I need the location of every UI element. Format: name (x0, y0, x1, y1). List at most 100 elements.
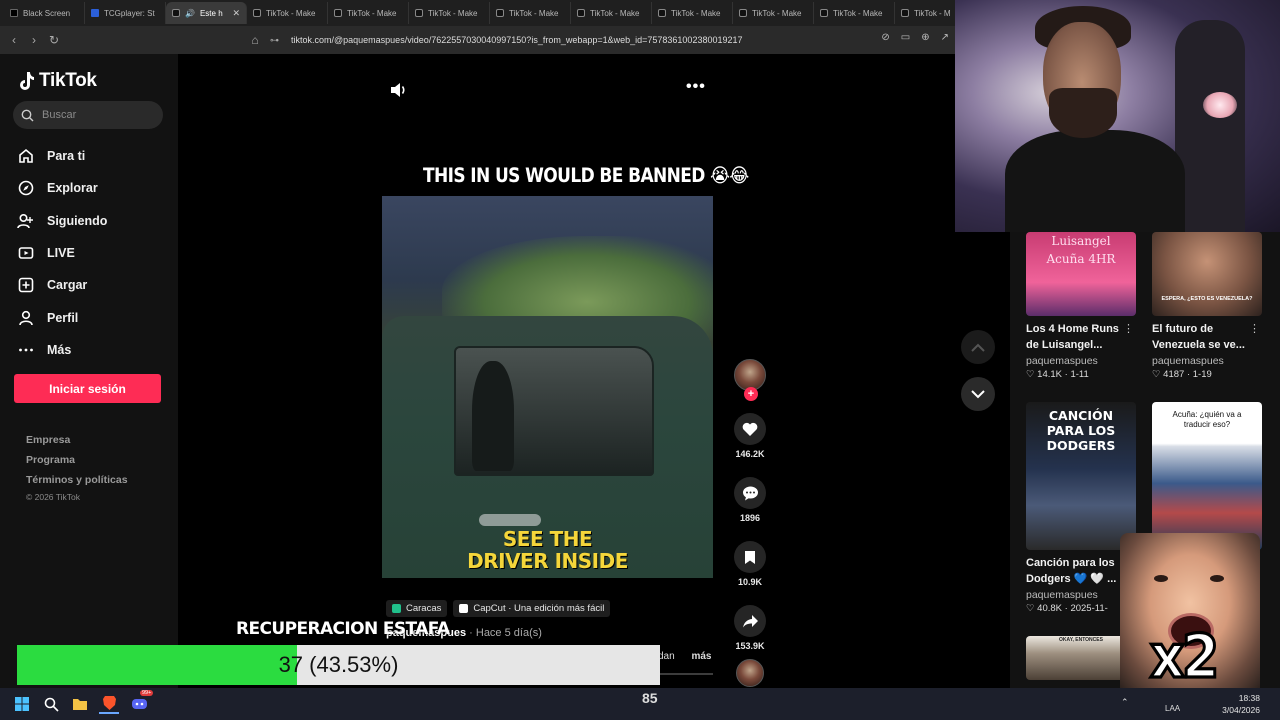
card-menu-icon[interactable]: ⋮ (1123, 322, 1134, 335)
sidebar-item-para-ti[interactable]: Para ti (17, 140, 107, 172)
share-arrow-icon[interactable] (734, 605, 766, 637)
share-icon[interactable]: ↗ (941, 32, 949, 43)
tracking-icon[interactable]: ⊘ (881, 32, 889, 43)
meme-eye-right (1210, 575, 1224, 582)
sidebar-item-siguiendo[interactable]: Siguiendo (17, 205, 107, 237)
cast-icon[interactable]: ▭ (901, 32, 910, 43)
close-tab-icon[interactable]: ✕ (232, 8, 240, 19)
recommendation-thumbnail[interactable]: ESPERA, ¿ESTO ES VENEZUELA? (1152, 232, 1262, 316)
sidebar-item-live[interactable]: LIVE (17, 237, 107, 269)
search-box[interactable] (13, 101, 163, 129)
browser-tab[interactable]: TikTok - Make (814, 2, 895, 24)
clock[interactable]: 18:38 3/04/2026 (1222, 692, 1260, 716)
more-link[interactable]: más (691, 651, 711, 662)
recommendation-title[interactable]: El futuro de Venezuela se ve... (1152, 321, 1252, 353)
sidebar-item-cargar[interactable]: Cargar (17, 269, 107, 301)
card-menu-icon[interactable]: ⋮ (1249, 322, 1260, 335)
recommendation-author[interactable]: paquemaspues (1026, 355, 1138, 367)
tiktok-note-icon (20, 72, 34, 90)
browser-tab[interactable]: TikTok - Make (571, 2, 652, 24)
tiktok-icon (739, 9, 747, 17)
video-caption-top: THIS IN US WOULD BE BANNED 😭😂 (423, 164, 749, 188)
streamer-webcam (955, 0, 1280, 232)
footer-link[interactable]: Empresa (26, 434, 128, 454)
recommendation-card[interactable]: Acuña: ¿quién va a traducir eso? (1152, 402, 1264, 550)
author-avatar[interactable]: + (734, 359, 766, 401)
comment-action[interactable]: 1896 (734, 477, 766, 523)
recommendation-thumbnail[interactable]: CANCIÓN PARA LOS DODGERS (1026, 402, 1136, 550)
save-action[interactable]: 10.9K (734, 541, 766, 587)
language-indicator[interactable]: LAA (1165, 704, 1180, 713)
browser-tab[interactable]: TikTok - Make (652, 2, 733, 24)
heart-icon[interactable] (734, 413, 766, 445)
more-options-icon[interactable]: ••• (686, 78, 706, 96)
login-button[interactable]: Iniciar sesión (14, 374, 161, 403)
browser-tab[interactable]: TikTok - Make (247, 2, 328, 24)
footer-link[interactable]: Programa (26, 454, 128, 474)
taskbar-search-icon[interactable] (41, 694, 61, 714)
comment-icon[interactable] (734, 477, 766, 509)
bookmark-icon[interactable]: ⌂ (245, 33, 265, 47)
recommendation-author[interactable]: paquemaspues (1152, 355, 1264, 367)
sidebar-item-explorar[interactable]: Explorar (17, 172, 107, 204)
meme-eye-left (1154, 575, 1168, 582)
next-video-button[interactable] (961, 377, 995, 411)
thumbnail-text: Luisangel Acuña 4HR (1046, 234, 1116, 266)
volume-icon[interactable] (390, 82, 408, 103)
browser-tab[interactable]: TCGplayer: St (85, 2, 166, 24)
browser-tab[interactable]: TikTok - Make (733, 2, 814, 24)
browser-tab[interactable]: Black Screen (4, 2, 85, 24)
audio-playing-icon[interactable]: 🔊 (185, 9, 195, 18)
back-icon[interactable]: ‹ (4, 33, 24, 47)
location-chip[interactable]: Caracas (386, 600, 448, 617)
forward-icon[interactable]: › (24, 33, 44, 47)
recommendation-thumbnail[interactable]: Luisangel Acuña 4HR (1026, 232, 1136, 316)
recommendation-card[interactable]: Luisangel Acuña 4HR ⋮ Los 4 Home Runs de… (1026, 232, 1138, 380)
discord-icon[interactable]: 99+ (129, 690, 154, 714)
browser-tab[interactable]: TikTok - Make (328, 2, 409, 24)
sound-avatar[interactable] (736, 659, 764, 687)
reload-icon[interactable]: ↻ (44, 33, 64, 47)
browser-tab[interactable]: TikTok - Make (490, 2, 571, 24)
capcut-chip[interactable]: CapCut · Una edición más fácil (453, 600, 611, 617)
recommendation-title[interactable]: Canción para los Dodgers 💙 🤍 ... (1026, 555, 1126, 587)
sidebar-item-label: Más (47, 342, 72, 357)
share-action[interactable]: 153.9K (734, 605, 766, 651)
logo-text: TikTok (39, 70, 97, 91)
site-info-icon[interactable]: ⊶ (270, 35, 279, 46)
browser-tab[interactable]: 🔊 Este h ✕ (166, 2, 247, 24)
follow-plus-icon[interactable]: + (744, 387, 758, 401)
start-icon[interactable] (12, 694, 32, 714)
brave-browser-icon[interactable] (99, 694, 119, 714)
black-screen-icon (10, 9, 18, 17)
tiktok-logo[interactable]: TikTok (17, 70, 97, 92)
browser-tab[interactable]: TikTok - M (895, 2, 955, 24)
video-player[interactable]: SEE THE DRIVER INSIDE (382, 196, 713, 578)
recommendation-card[interactable]: ESPERA, ¿ESTO ES VENEZUELA? ⋮ El futuro … (1152, 232, 1264, 380)
browser-address-bar: ‹ › ↻ ⌂ ⊶ tiktok.com/@paquemaspues/video… (0, 26, 955, 54)
webcam-chair (1175, 20, 1245, 232)
tab-title: TikTok - Make (266, 8, 316, 18)
zoom-icon[interactable]: ⊕ (921, 32, 929, 43)
sidebar-item-perfil[interactable]: Perfil (17, 301, 107, 333)
following-icon (17, 212, 34, 229)
search-input[interactable] (42, 109, 152, 121)
tab-title: TikTok - Make (752, 8, 802, 18)
browser-tab[interactable]: TikTok - Make (409, 2, 490, 24)
tray-overflow-icon[interactable]: ⌃ (1121, 697, 1129, 708)
sidebar-item-label: LIVE (47, 246, 75, 261)
chevron-up-icon (971, 343, 985, 352)
file-explorer-icon[interactable] (70, 694, 90, 714)
sidebar-item-m-s[interactable]: Más (17, 334, 107, 366)
sidebar-item-label: Siguiendo (47, 213, 108, 228)
footer-link[interactable]: Términos y políticas (26, 474, 128, 494)
like-action[interactable]: 146.2K (734, 413, 766, 459)
recommendation-title[interactable]: Los 4 Home Runs de Luisangel... (1026, 321, 1126, 353)
recommendation-thumbnail[interactable]: Acuña: ¿quién va a traducir eso? (1152, 402, 1262, 550)
post-time: · Hace 5 día(s) (469, 627, 542, 639)
url-field[interactable]: ⊶ tiktok.com/@paquemaspues/video/7622557… (270, 30, 900, 50)
tab-title: TCGplayer: St (104, 8, 155, 18)
bookmark-save-icon[interactable] (734, 541, 766, 573)
previous-video-button[interactable] (961, 330, 995, 364)
copyright: © 2026 TikTok (26, 492, 80, 502)
